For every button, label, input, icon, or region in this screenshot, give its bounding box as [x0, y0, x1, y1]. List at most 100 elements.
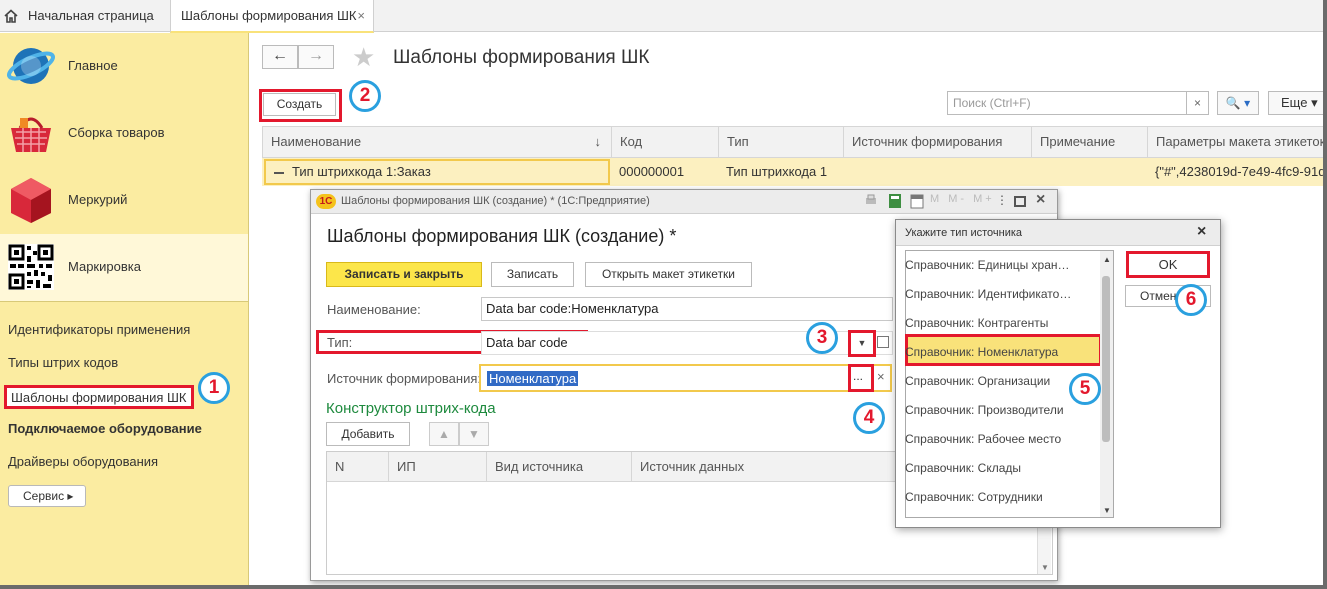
close-icon[interactable]: × — [1197, 223, 1206, 241]
tab-active-label: Шаблоны формирования ШК — [181, 8, 357, 23]
back-button[interactable]: ← — [262, 45, 298, 69]
save-and-close-button[interactable]: Записать и закрыть — [326, 262, 482, 287]
move-down-icon[interactable]: ▼ — [459, 422, 489, 446]
barcode-constructor-title: Конструктор штрих-кода — [326, 400, 496, 417]
select-ellipsis-button[interactable]: ... — [853, 369, 863, 383]
tab-barcode-templates[interactable]: Шаблоны формирования ШК × — [170, 0, 374, 33]
callout-1: 1 — [198, 372, 230, 404]
callout-6: 6 — [1175, 284, 1207, 316]
col-source-kind[interactable]: Вид источника — [487, 452, 632, 482]
search-button[interactable]: 🔍 ▾ — [1217, 91, 1259, 115]
col-layout-params[interactable]: Параметры макета этикеток — [1148, 127, 1326, 157]
col-source[interactable]: Источник формирования — [844, 127, 1032, 157]
qr-code-icon — [8, 244, 54, 290]
dialog-titlebar: 1С Шаблоны формирования ШК (создание) * … — [311, 190, 1057, 214]
cell-code: 000000001 — [619, 164, 685, 179]
open-type-icon[interactable] — [877, 336, 889, 348]
page-title: Шаблоны формирования ШК — [393, 47, 650, 68]
close-icon[interactable]: × — [1036, 191, 1045, 209]
list-item[interactable]: Справочник: Единицы хран… — [905, 258, 1070, 272]
chevron-down-icon[interactable]: ▼ — [852, 334, 872, 353]
list-item[interactable]: Справочник: Сотрудники — [905, 490, 1043, 504]
cube-icon — [11, 178, 51, 223]
col-name[interactable]: Наименование ↓ — [263, 127, 612, 157]
source-field-value: Номенклатура — [487, 371, 579, 386]
list-item[interactable]: Справочник: Идентификато… — [905, 287, 1071, 301]
callout-2: 2 — [349, 80, 381, 112]
col-type[interactable]: Тип — [719, 127, 844, 157]
clear-source-icon[interactable]: × — [877, 369, 885, 384]
callout-4: 4 — [853, 402, 885, 434]
dialog-title: Шаблоны формирования ШК (создание) * — [327, 226, 677, 246]
list-item[interactable]: Справочник: Склады — [905, 461, 1021, 475]
sidebar-section-marking[interactable]: Маркировка — [0, 234, 248, 301]
scroll-down-icon[interactable]: ▼ — [1103, 506, 1111, 515]
col-n[interactable]: N — [327, 452, 389, 482]
select-source-type-dialog: Укажите тип источника × Справочник: Един… — [895, 219, 1221, 528]
move-up-icon[interactable]: ▲ — [429, 422, 459, 446]
sidebar-label-marking: Маркировка — [68, 259, 141, 274]
nav-barcode-types[interactable]: Типы штрих кодов — [8, 355, 118, 370]
col-note[interactable]: Примечание — [1032, 127, 1148, 157]
sidebar-divider — [0, 301, 248, 302]
sidebar-section-mercury[interactable]: Меркурий — [0, 167, 248, 234]
print-icon[interactable] — [864, 193, 878, 207]
dialog2-titlebar: Укажите тип источника × — [896, 220, 1220, 246]
maximize-icon[interactable] — [1014, 196, 1026, 207]
table-header: Наименование ↓ Код Тип Источник формирова… — [262, 126, 1327, 158]
source-label: Источник формирования: — [327, 371, 482, 386]
sort-arrow-icon: ↓ — [594, 134, 602, 149]
more-button[interactable]: Еще ▾ — [1268, 91, 1327, 115]
col-code[interactable]: Код — [612, 127, 719, 157]
cell-type: Тип штрихкода 1 — [726, 164, 828, 179]
memory-buttons-icon: M M- M+ — [930, 193, 995, 205]
name-field[interactable]: Data bar code:Номенклатура — [481, 297, 893, 321]
save-button[interactable]: Записать — [491, 262, 574, 287]
1c-logo-icon: 1С — [316, 194, 336, 209]
list-item[interactable]: Справочник: Контрагенты — [905, 316, 1048, 330]
nav-equipment-drivers[interactable]: Драйверы оборудования — [8, 454, 158, 469]
favorite-star-icon[interactable]: ★ — [352, 42, 375, 73]
scroll-down-icon[interactable]: ▼ — [1041, 563, 1049, 572]
basket-icon — [11, 117, 51, 152]
home-icon[interactable] — [4, 9, 18, 23]
tab-home[interactable]: Начальная страница — [18, 0, 164, 32]
ok-button[interactable]: OK — [1129, 254, 1207, 275]
calculator-icon[interactable] — [888, 193, 902, 209]
globe-logo-icon — [6, 48, 56, 84]
service-button[interactable]: Сервис ▸ — [8, 485, 86, 507]
search-input[interactable]: Поиск (Ctrl+F) — [947, 91, 1209, 115]
add-button[interactable]: Добавить — [326, 422, 410, 446]
window-frame-right — [1323, 0, 1327, 589]
sidebar-section-main[interactable]: Главное — [0, 33, 248, 100]
create-button[interactable]: Создать — [263, 93, 336, 116]
callout-5: 5 — [1069, 373, 1101, 405]
sidebar-label-mercury: Меркурий — [68, 192, 128, 207]
col-name-label: Наименование — [271, 134, 362, 149]
scroll-up-icon[interactable]: ▲ — [1103, 255, 1111, 264]
search-clear-icon[interactable]: × — [1186, 91, 1209, 115]
nav-application-identifiers[interactable]: Идентификаторы применения — [8, 322, 190, 337]
source-field[interactable]: Номенклатура — [479, 364, 892, 392]
tab-home-label: Начальная страница — [28, 8, 154, 23]
dialog2-title: Укажите тип источника — [905, 227, 1023, 239]
close-tab-icon[interactable]: × — [357, 0, 365, 32]
type-field-value: Data bar code — [486, 335, 568, 350]
menu-icon[interactable]: ⋮ — [996, 193, 1008, 207]
list-item[interactable]: Справочник: Производители — [905, 403, 1064, 417]
sidebar-label-main: Главное — [68, 58, 118, 73]
nav-barcode-templates[interactable]: Шаблоны формирования ШК — [4, 385, 194, 409]
list-item[interactable]: Справочник: Организации — [905, 374, 1050, 388]
list-item-selected[interactable]: Справочник: Номенклатура — [905, 345, 1058, 359]
calendar-icon[interactable] — [910, 193, 924, 209]
sidebar-section-assembly[interactable]: Сборка товаров — [0, 100, 248, 167]
list-item[interactable]: Справочник: Рабочее место — [905, 432, 1061, 446]
row-focus-frame — [264, 159, 610, 185]
scroll-thumb[interactable] — [1102, 276, 1110, 442]
nav-connected-equipment[interactable]: Подключаемое оборудование — [8, 421, 202, 436]
window-frame-bottom — [0, 585, 1327, 589]
forward-button[interactable]: → — [298, 45, 334, 69]
col-ip[interactable]: ИП — [389, 452, 487, 482]
open-label-layout-button[interactable]: Открыть макет этикетки — [585, 262, 752, 287]
cell-source — [843, 158, 1031, 186]
